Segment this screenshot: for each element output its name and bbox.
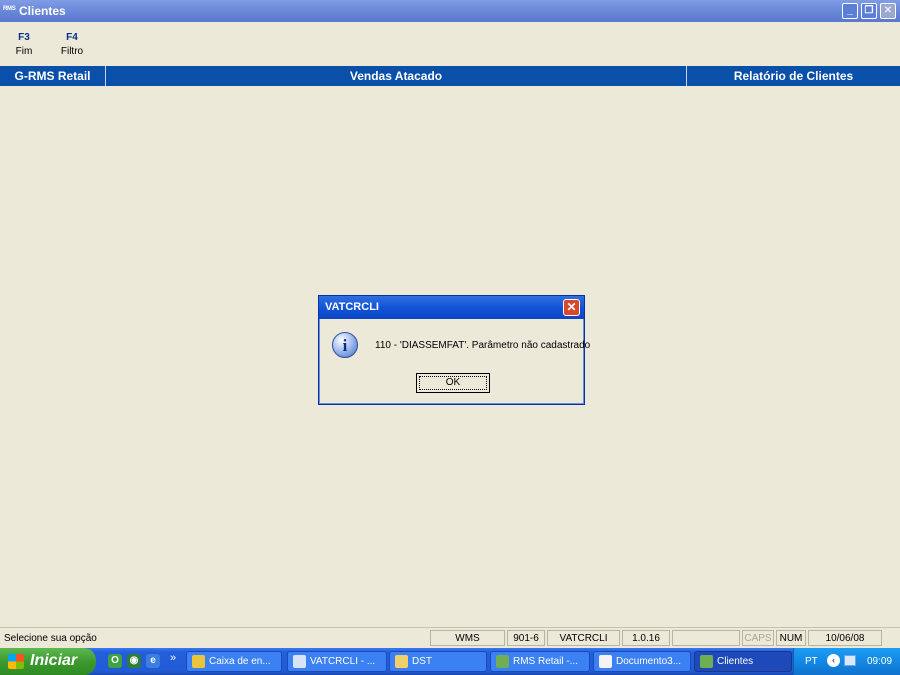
language-indicator[interactable]: PT [805, 656, 818, 667]
rms-icon [496, 655, 509, 668]
outlook-icon [192, 655, 205, 668]
task-label: DST [412, 656, 432, 667]
f3-fim-button[interactable]: F3 Fim [9, 32, 39, 57]
module-header-bar: G-RMS Retail Vendas Atacado Relatório de… [0, 66, 900, 86]
status-bar: Selecione sua opção WMS 901-6 VATCRCLI 1… [0, 627, 900, 648]
status-store: 901-6 [507, 630, 545, 646]
dialog-close-button[interactable]: ✕ [563, 299, 580, 316]
rms-icon [700, 655, 713, 668]
function-key-toolbar: F3 Fim F4 Filtro [0, 22, 900, 66]
app-icon: RMS [3, 6, 16, 12]
message-dialog: VATCRCLI ✕ i 110 - 'DIASSEMFAT'. Parâmet… [318, 295, 590, 405]
task-label: RMS Retail -... [513, 656, 579, 667]
quicklaunch-outlook-icon[interactable]: O [108, 654, 122, 668]
start-button[interactable]: Iniciar [0, 648, 96, 675]
f3-action-label: Fim [15, 46, 33, 57]
task-dst-folder[interactable]: DST [389, 651, 487, 672]
clock: 09:09 [867, 656, 893, 667]
task-caixa-de-entrada[interactable]: Caixa de en... [186, 651, 282, 672]
system-name: G-RMS Retail [0, 66, 106, 86]
folder-icon [395, 655, 408, 668]
start-label: Iniciar [30, 652, 78, 669]
dialog-titlebar[interactable]: VATCRCLI ✕ [319, 296, 584, 319]
system-tray: PT ‹ 09:09 [793, 648, 900, 675]
screen-name: Relatório de Clientes [733, 69, 854, 83]
task-documento3[interactable]: Documento3... [593, 651, 691, 672]
status-empty [672, 630, 740, 646]
f4-action-label: Filtro [60, 46, 84, 57]
info-icon: i [332, 332, 358, 358]
tray-expand-icon[interactable]: ‹ [827, 654, 840, 667]
windows-logo-icon [8, 654, 24, 669]
close-button[interactable]: ✕ [880, 3, 896, 19]
status-num: NUM [776, 630, 806, 646]
dialog-title: VATCRCLI [325, 301, 379, 313]
f4-filtro-button[interactable]: F4 Filtro [57, 32, 87, 57]
task-label: Documento3... [616, 656, 682, 667]
quicklaunch-overflow-icon[interactable]: » [170, 652, 176, 664]
quicklaunch-network-icon[interactable]: ◉ [127, 654, 141, 668]
task-vatcrcli[interactable]: VATCRCLI - ... [287, 651, 387, 672]
network-icon[interactable] [844, 655, 856, 666]
word-document-icon [599, 655, 612, 668]
ok-button[interactable]: OK [416, 373, 490, 393]
module-name: Vendas Atacado [106, 66, 687, 86]
task-rms-retail[interactable]: RMS Retail -... [490, 651, 590, 672]
quicklaunch-browser-icon[interactable]: e [146, 654, 160, 668]
status-system: WMS [430, 630, 505, 646]
task-label: Clientes [717, 656, 754, 667]
status-caps: CAPS [742, 630, 774, 646]
task-clientes[interactable]: Clientes [694, 651, 792, 672]
minimize-button[interactable]: _ [842, 3, 858, 19]
restore-button[interactable]: ❐ [861, 3, 877, 19]
windows-taskbar: Iniciar O ◉ e » Caixa de en... VATCRCLI … [0, 648, 900, 675]
status-message: Selecione sua opção [0, 630, 428, 646]
status-date: 10/06/08 [808, 630, 882, 646]
f3-key-label: F3 [18, 32, 30, 43]
task-label: VATCRCLI - ... [310, 656, 376, 667]
f4-key-label: F4 [66, 32, 78, 43]
task-label: Caixa de en... [209, 656, 271, 667]
program-icon [293, 655, 306, 668]
status-version: 1.0.16 [622, 630, 670, 646]
dialog-message: 110 - 'DIASSEMFAT'. Parâmetro não cadast… [375, 340, 591, 351]
window-title: Clientes [19, 4, 66, 18]
status-program: VATCRCLI [547, 630, 620, 646]
window-titlebar[interactable]: RMS Clientes _ ❐ ✕ [0, 0, 900, 22]
